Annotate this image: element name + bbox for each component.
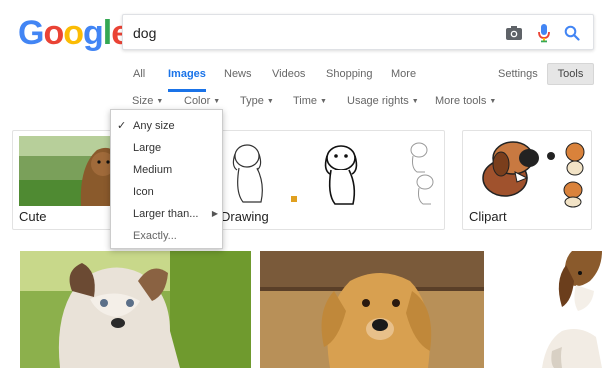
filter-color[interactable]: Color ▼ [184,95,220,107]
checkmark-icon: ✓ [117,120,127,132]
filter-time[interactable]: Time ▼ [293,95,327,107]
caret-down-icon: ▼ [156,98,164,105]
logo-letter: G [18,14,44,52]
filter-type-label: Type [240,95,264,107]
menu-item-label: Any size [133,120,175,132]
filter-more-tools-label: More tools [435,95,487,107]
menu-item-label: Exactly... [133,230,177,242]
caret-down-icon: ▼ [213,98,221,105]
filter-color-label: Color [184,95,211,107]
caret-down-icon: ▼ [411,98,419,105]
submenu-arrow-icon: ▶ [211,209,218,218]
menu-item-label: Larger than... [133,208,199,220]
google-logo[interactable]: Google [18,13,130,53]
related-card-label: Drawing [221,209,269,224]
tab-videos[interactable]: Videos [272,68,305,92]
menu-item-medium[interactable]: Medium [111,160,224,180]
related-card-clipart[interactable]: Clipart [462,130,592,230]
filter-size-label: Size [132,95,154,107]
menu-item-label: Medium [133,164,173,176]
clipart-dogs-thumbnail [482,141,585,208]
menu-item-label: Large [133,142,162,154]
caret-down-icon: ▼ [266,98,274,105]
tools-button[interactable]: Tools [547,63,594,85]
mic-icon[interactable] [533,21,555,45]
filter-usage-label: Usage rights [347,95,409,107]
filter-more-tools[interactable]: More tools ▼ [435,95,496,107]
menu-item-larger-than[interactable]: Larger than... ▶ [111,204,224,224]
search-box [122,14,594,50]
settings-link[interactable]: Settings [498,68,538,92]
caret-down-icon: ▼ [489,98,497,105]
logo-letter: l [102,14,113,52]
menu-item-any-size[interactable]: ✓ Any size [111,116,224,136]
filter-size[interactable]: Size ▼ [132,95,163,107]
related-card-drawing[interactable]: Drawing [214,130,445,230]
menu-item-icon[interactable]: Icon [111,182,224,202]
image-result[interactable] [20,251,251,368]
tab-more[interactable]: More [391,68,416,92]
menu-item-exactly[interactable]: Exactly... [111,226,224,246]
tab-news[interactable]: News [224,68,252,92]
filter-type[interactable]: Type ▼ [240,95,274,107]
search-input[interactable] [133,22,493,44]
size-dropdown-menu: ✓ Any size Large Medium Icon Larger than… [110,109,223,249]
result-image-beagle [532,251,602,368]
result-image-aussie-puppy [20,251,251,368]
image-result[interactable] [260,251,484,368]
filter-time-label: Time [293,95,318,107]
search-icon[interactable] [561,21,583,45]
menu-item-large[interactable]: Large [111,138,224,158]
filter-usage-rights[interactable]: Usage rights ▼ [347,95,419,107]
image-result[interactable] [532,251,602,368]
drawing-dogs-thumbnail [232,142,434,205]
logo-letter: g [83,14,104,52]
tab-shopping[interactable]: Shopping [326,68,373,92]
result-image-golden-retriever [260,251,484,368]
logo-letter: o [43,14,64,52]
menu-item-label: Icon [133,186,154,198]
related-card-label: Cute [19,209,47,224]
camera-icon[interactable] [503,21,525,45]
related-card-label: Clipart [469,209,507,224]
tab-all[interactable]: All [133,68,145,92]
search-tabs: All Images News Videos Shopping More Set… [0,68,602,92]
caret-down-icon: ▼ [320,98,327,105]
filter-row: Size ▼ Color ▼ Type ▼ Time ▼ Usage rights ▼ M… [0,95,602,111]
tab-images[interactable]: Images [168,68,206,92]
logo-letter: o [63,14,84,52]
